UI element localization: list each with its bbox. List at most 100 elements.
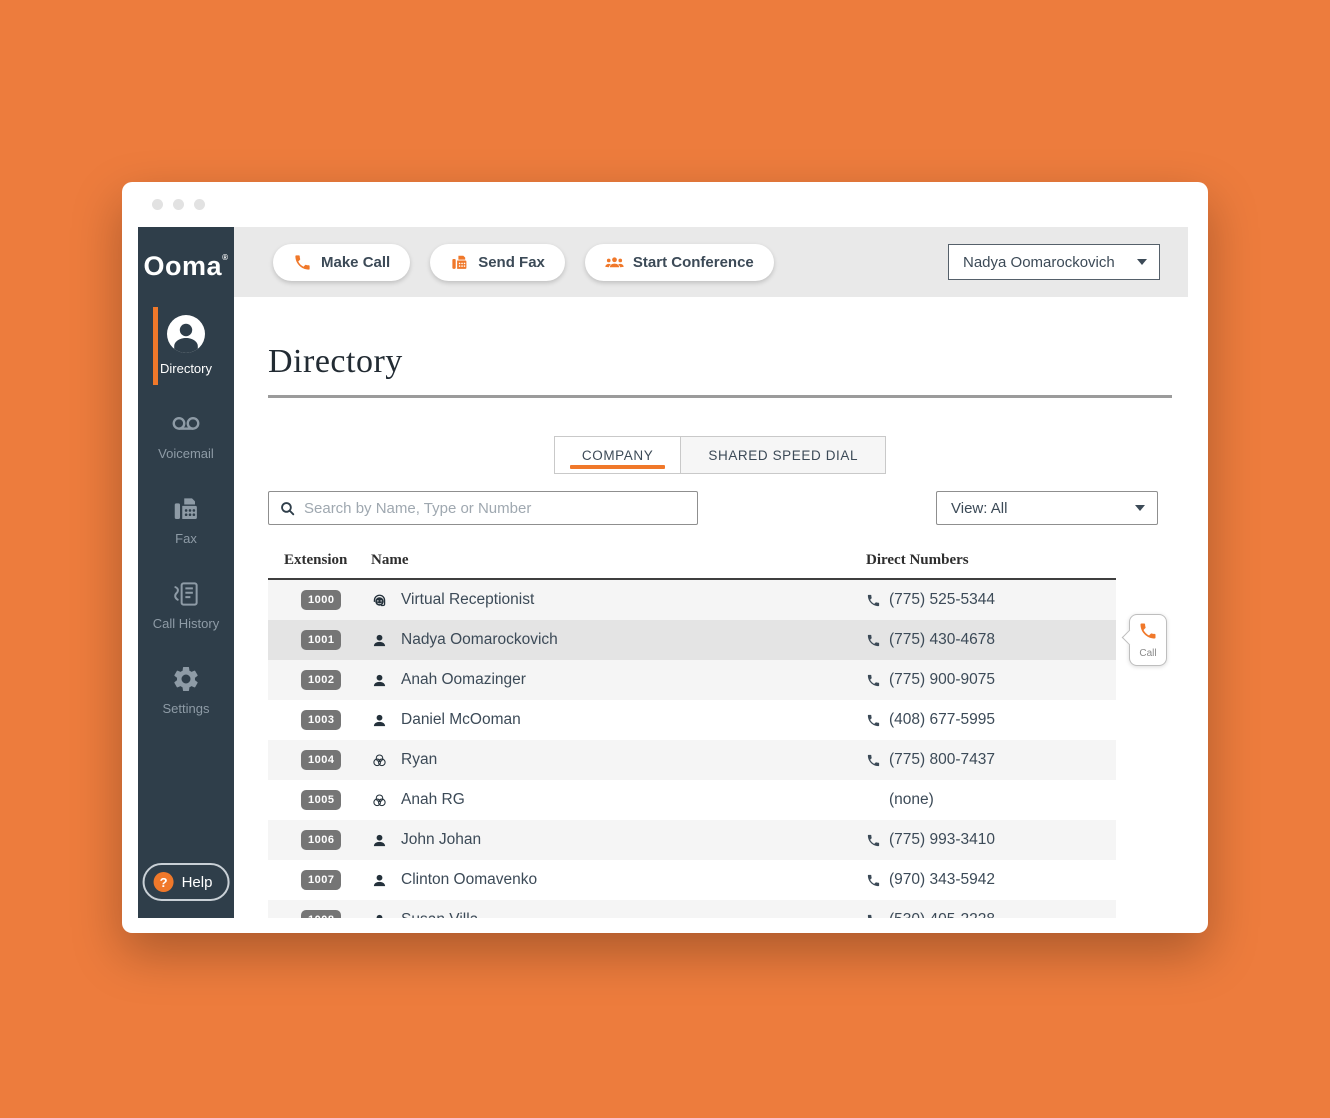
ring-group-icon [371, 752, 388, 769]
name-cell: John Johan [371, 831, 866, 849]
search-icon [279, 500, 296, 517]
window-control-dot[interactable] [194, 199, 205, 210]
name-cell: Anah Oomazinger [371, 671, 866, 689]
direct-number: (none) [889, 791, 934, 809]
table-row[interactable]: 1002 Anah Oomazinger (775) 900-9075 [268, 660, 1116, 700]
table-row[interactable]: 1006 John Johan (775) 993-3410 [268, 820, 1116, 860]
window-control-dot[interactable] [152, 199, 163, 210]
person-icon [371, 832, 388, 849]
table-row[interactable]: 1000 Virtual Receptionist (775) 525-5344 [268, 580, 1116, 620]
table-row[interactable]: 1005 Anah RG (none) [268, 780, 1116, 820]
phone-icon [866, 873, 881, 888]
view-filter-value: View: All [951, 500, 1007, 517]
tab-label: COMPANY [582, 448, 653, 463]
extension-badge: 1003 [301, 710, 341, 730]
extension-cell: 1001 [268, 630, 371, 650]
direct-number: (970) 343-5942 [889, 871, 995, 889]
table-row[interactable]: 1003 Daniel McOoman (408) 677-5995 [268, 700, 1116, 740]
contact-name: Susan Villa [401, 911, 478, 918]
name-cell: Susan Villa [371, 911, 866, 918]
caret-down-icon [1135, 505, 1145, 511]
window-control-dot[interactable] [173, 199, 184, 210]
phone-icon [866, 713, 881, 728]
extension-cell: 1004 [268, 750, 371, 770]
tab-shared-speed-dial[interactable]: SHARED SPEED DIAL [681, 436, 886, 474]
extension-cell: 1006 [268, 830, 371, 850]
user-menu-dropdown[interactable]: Nadya Oomarockovich [948, 244, 1160, 280]
extension-badge: 1001 [301, 630, 341, 650]
direct-number: (775) 800-7437 [889, 751, 995, 769]
number-cell: (530) 405-2228 [866, 911, 1116, 918]
ring-group-icon [371, 792, 388, 809]
sidebar-item-call-history[interactable]: Call History [153, 569, 219, 643]
contact-name: Ryan [401, 751, 437, 769]
help-label: Help [182, 874, 213, 891]
tab-company[interactable]: COMPANY [554, 436, 681, 474]
number-cell: (775) 430-4678 [866, 631, 1116, 649]
sidebar-item-voicemail[interactable]: Voicemail [153, 399, 219, 473]
phone-icon [866, 753, 881, 768]
extension-badge: 1007 [301, 870, 341, 890]
number-cell: (408) 677-5995 [866, 711, 1116, 729]
phone-icon [866, 593, 881, 608]
user-menu-label: Nadya Oomarockovich [963, 254, 1115, 271]
toolbar-button-label: Send Fax [478, 254, 545, 271]
call-button[interactable]: Call [1129, 614, 1167, 666]
number-cell: (775) 800-7437 [866, 751, 1116, 769]
extension-cell: 1005 [268, 790, 371, 810]
directory-person-icon [166, 314, 206, 354]
table-row[interactable]: 1001 Nadya Oomarockovich (775) 430-4678 [268, 620, 1116, 660]
table-row[interactable]: 1004 Ryan (775) 800-7437 [268, 740, 1116, 780]
contact-name: Nadya Oomarockovich [401, 631, 558, 649]
contact-name: Anah RG [401, 791, 465, 809]
name-cell: Anah RG [371, 791, 866, 809]
directory-table: Extension Name Direct Numbers 1000 Virtu… [268, 552, 1116, 918]
name-cell: Clinton Oomavenko [371, 871, 866, 889]
send-fax-button[interactable]: Send Fax [430, 244, 565, 281]
sidebar: Ooma® Directory Voicemail Fax Call Histo… [138, 227, 234, 918]
number-cell: (775) 900-9075 [866, 671, 1116, 689]
table-row[interactable]: 1008 Susan Villa (530) 405-2228 [268, 900, 1116, 918]
extension-cell: 1000 [268, 590, 371, 610]
sidebar-item-directory[interactable]: Directory [153, 304, 219, 388]
start-conference-button[interactable]: Start Conference [585, 244, 774, 281]
controls-row: View: All [268, 491, 1172, 525]
extension-cell: 1002 [268, 670, 371, 690]
direct-number: (775) 993-3410 [889, 831, 995, 849]
extension-badge: 1005 [301, 790, 341, 810]
contact-name: John Johan [401, 831, 481, 849]
ooma-logo-text: Ooma [144, 251, 223, 281]
direct-number: (530) 405-2228 [889, 911, 995, 918]
fax-icon [171, 494, 201, 524]
contact-name: Virtual Receptionist [401, 591, 534, 609]
title-divider [268, 395, 1172, 398]
person-icon [371, 912, 388, 919]
app-window: Ooma® Directory Voicemail Fax Call Histo… [122, 182, 1208, 933]
group-icon [605, 253, 624, 272]
number-cell: (none) [866, 791, 1116, 809]
name-cell: Nadya Oomarockovich [371, 631, 866, 649]
ooma-logo-mark: ® [222, 253, 228, 262]
column-header-direct-numbers: Direct Numbers [866, 552, 1116, 569]
search-input[interactable] [304, 500, 697, 517]
directory-page: Directory COMPANY SHARED SPEED DIAL View… [234, 297, 1188, 918]
page-title: Directory [268, 343, 1172, 381]
make-call-button[interactable]: Make Call [273, 244, 410, 281]
toolbar: Make Call Send Fax Start Conference Nady… [234, 227, 1188, 297]
number-cell: (775) 525-5344 [866, 591, 1116, 609]
view-filter-dropdown[interactable]: View: All [936, 491, 1158, 525]
extension-badge: 1004 [301, 750, 341, 770]
help-button[interactable]: ? Help [143, 863, 230, 901]
extension-cell: 1003 [268, 710, 371, 730]
number-cell: (775) 993-3410 [866, 831, 1116, 849]
call-history-icon [171, 579, 201, 609]
sidebar-item-settings[interactable]: Settings [153, 654, 219, 728]
phone-icon [866, 673, 881, 688]
extension-badge: 1000 [301, 590, 341, 610]
table-row[interactable]: 1007 Clinton Oomavenko (970) 343-5942 [268, 860, 1116, 900]
sidebar-item-fax[interactable]: Fax [153, 484, 219, 558]
direct-number: (775) 430-4678 [889, 631, 995, 649]
contact-name: Clinton Oomavenko [401, 871, 537, 889]
extension-cell: 1008 [268, 910, 371, 918]
phone-icon [866, 913, 881, 919]
